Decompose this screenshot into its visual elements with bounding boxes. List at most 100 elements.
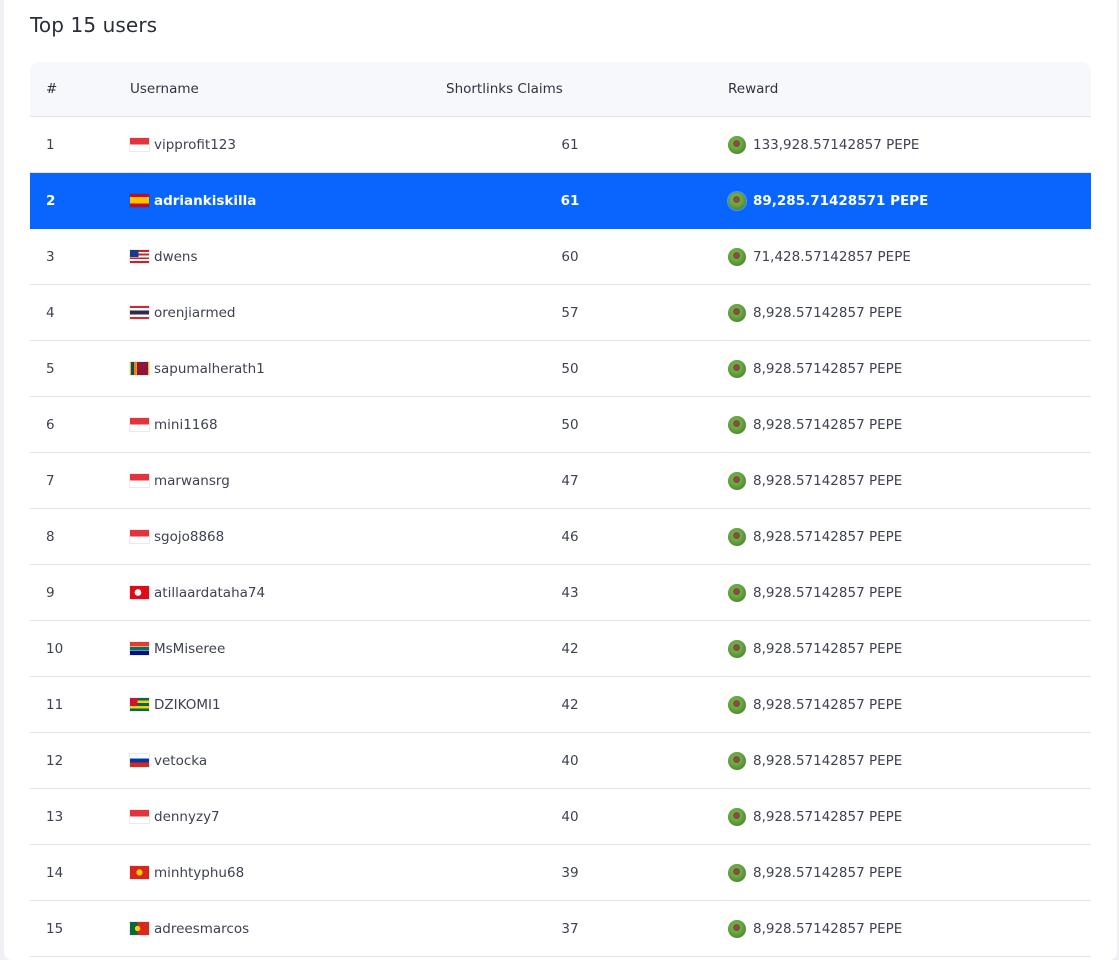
flag-icon xyxy=(130,418,149,431)
table-body: 1 vipprofit123 61 133,928.57142857 PEPE 2 adr… xyxy=(30,117,1091,957)
table-row: 8 sgojo8868 46 8,928.57142857 PEPE xyxy=(30,509,1091,565)
rank-cell: 8 xyxy=(46,528,55,545)
pepe-coin-icon xyxy=(728,863,746,882)
reward-value: 8,928.57142857 PEPE xyxy=(753,472,903,489)
table-row: 10 MsMiseree 42 8,928.57142857 PEPE xyxy=(30,621,1091,677)
table-row: 3 dwens 60 71,428.57142857 PEPE xyxy=(30,229,1091,285)
pepe-coin-icon xyxy=(728,807,746,826)
claims-value: 46 xyxy=(561,528,579,545)
username-cell: DZIKOMI1 xyxy=(130,697,221,713)
table-row: 2 adriankiskilla 61 89,285.71428571 PEPE xyxy=(30,173,1091,229)
username-text: DZIKOMI1 xyxy=(154,696,221,713)
flag-icon xyxy=(130,866,149,879)
rank-cell: 12 xyxy=(46,752,64,769)
rank-cell: 11 xyxy=(46,696,64,713)
reward-value: 8,928.57142857 PEPE xyxy=(753,304,903,321)
table-row: 7 marwansrg 47 8,928.57142857 PEPE xyxy=(30,453,1091,509)
reward-value: 8,928.57142857 PEPE xyxy=(753,528,903,545)
flag-icon xyxy=(130,250,149,263)
username-text: mini1168 xyxy=(154,416,218,433)
claims-value: 39 xyxy=(561,864,579,881)
pepe-coin-icon xyxy=(728,527,746,546)
username-text: dwens xyxy=(154,248,198,265)
rank-cell: 2 xyxy=(46,192,56,209)
claims-value: 43 xyxy=(561,584,579,601)
flag-icon xyxy=(130,138,149,151)
username-cell: dwens xyxy=(130,249,198,265)
claims-value: 40 xyxy=(561,752,579,769)
table-row: 13 dennyzy7 40 8,928.57142857 PEPE xyxy=(30,789,1091,845)
rank-cell: 13 xyxy=(46,808,64,825)
reward-cell: 8,928.57142857 PEPE xyxy=(728,919,902,938)
table-row: 15 adreesmarcos 37 8,928.57142857 PEPE xyxy=(30,901,1091,957)
reward-cell: 8,928.57142857 PEPE xyxy=(728,639,902,658)
username-cell: vipprofit123 xyxy=(130,137,236,153)
flag-icon xyxy=(130,530,149,543)
claims-value: 50 xyxy=(561,360,579,377)
username-cell: dennyzy7 xyxy=(130,809,220,825)
username-text: adreesmarcos xyxy=(154,920,250,937)
pepe-coin-icon xyxy=(728,191,746,210)
leaderboard-table: # Username Shortlinks Claims Reward 1 vip… xyxy=(30,62,1091,957)
rank-cell: 3 xyxy=(46,248,55,265)
flag-icon xyxy=(130,194,149,207)
pepe-coin-icon xyxy=(728,583,746,602)
header-reward: Reward xyxy=(728,81,779,97)
username-cell: marwansrg xyxy=(130,473,230,489)
header-username: Username xyxy=(130,81,199,97)
claims-value: 60 xyxy=(561,248,579,265)
rank-cell: 9 xyxy=(46,584,55,601)
rank-cell: 6 xyxy=(46,416,55,433)
reward-value: 8,928.57142857 PEPE xyxy=(753,416,903,433)
claims-value: 42 xyxy=(561,640,579,657)
rank-cell: 14 xyxy=(46,864,64,881)
username-cell: adriankiskilla xyxy=(130,193,256,209)
reward-value: 133,928.57142857 PEPE xyxy=(753,136,920,153)
pepe-coin-icon xyxy=(728,695,746,714)
reward-cell: 8,928.57142857 PEPE xyxy=(728,807,902,826)
username-cell: mini1168 xyxy=(130,417,218,433)
pepe-coin-icon xyxy=(728,135,746,154)
username-text: MsMiseree xyxy=(154,640,226,657)
username-cell: minhtyphu68 xyxy=(130,865,244,881)
flag-icon xyxy=(130,810,149,823)
leaderboard-card: Top 15 users # Username Shortlinks Claim… xyxy=(4,0,1117,960)
table-row: 1 vipprofit123 61 133,928.57142857 PEPE xyxy=(30,117,1091,173)
claims-value: 57 xyxy=(561,304,579,321)
table-row: 5 sapumalherath1 50 8,928.57142857 PEPE xyxy=(30,341,1091,397)
pepe-coin-icon xyxy=(728,639,746,658)
username-text: marwansrg xyxy=(154,472,230,489)
claims-value: 61 xyxy=(560,192,580,209)
reward-value: 8,928.57142857 PEPE xyxy=(753,584,903,601)
claims-value: 50 xyxy=(561,416,579,433)
username-text: adriankiskilla xyxy=(154,192,257,209)
username-text: atillaardataha74 xyxy=(154,584,266,601)
table-row: 4 orenjiarmed 57 8,928.57142857 PEPE xyxy=(30,285,1091,341)
reward-cell: 8,928.57142857 PEPE xyxy=(728,303,903,322)
username-cell: atillaardataha74 xyxy=(130,585,265,601)
flag-icon xyxy=(130,698,149,711)
page-title: Top 15 users xyxy=(30,13,158,37)
reward-value: 8,928.57142857 PEPE xyxy=(753,360,903,377)
username-text: vetocka xyxy=(154,752,208,769)
reward-value: 71,428.57142857 PEPE xyxy=(753,248,911,265)
pepe-coin-icon xyxy=(728,359,746,378)
claims-value: 37 xyxy=(561,920,579,937)
pepe-coin-icon xyxy=(728,471,746,490)
username-text: orenjiarmed xyxy=(154,304,236,321)
claims-value: 47 xyxy=(561,472,579,489)
reward-cell: 133,928.57142857 PEPE xyxy=(728,135,920,154)
username-cell: orenjiarmed xyxy=(130,305,236,321)
username-text: minhtyphu68 xyxy=(154,864,245,881)
claims-value: 40 xyxy=(561,808,579,825)
rank-cell: 7 xyxy=(46,472,55,489)
reward-value: 8,928.57142857 PEPE xyxy=(753,864,903,881)
flag-icon xyxy=(130,922,149,935)
reward-cell: 89,285.71428571 PEPE xyxy=(728,191,928,210)
reward-cell: 8,928.57142857 PEPE xyxy=(728,359,903,378)
reward-value: 8,928.57142857 PEPE xyxy=(753,696,903,713)
reward-cell: 8,928.57142857 PEPE xyxy=(728,471,903,490)
username-text: dennyzy7 xyxy=(154,808,220,825)
username-text: vipprofit123 xyxy=(154,136,236,153)
header-rank: # xyxy=(46,81,58,97)
